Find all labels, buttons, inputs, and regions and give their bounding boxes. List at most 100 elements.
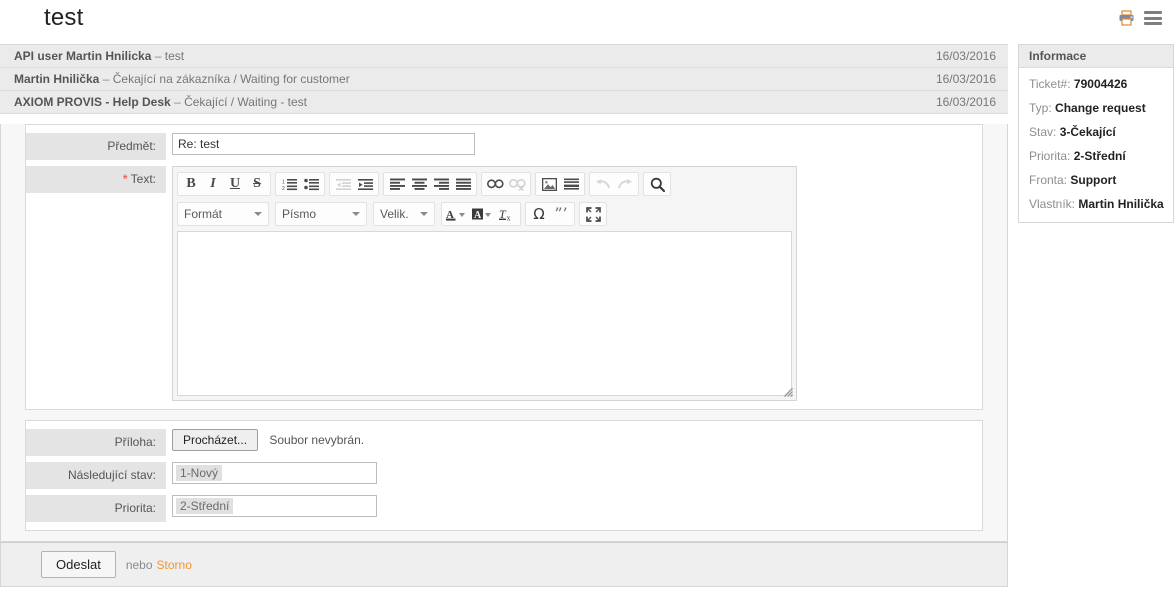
next-state-row: Následující stav: 1-Nový	[26, 462, 982, 489]
attachment-row: Příloha: Procházet... Soubor nevybrán.	[26, 429, 982, 456]
bulleted-list-icon[interactable]	[300, 174, 322, 194]
rich-text-editor: B I U S 1 2 Formát Písmo Velik. A A T x …	[172, 166, 797, 401]
image-icon[interactable]	[538, 174, 560, 194]
bold-icon[interactable]: B	[180, 174, 202, 194]
svg-text:A: A	[474, 210, 482, 221]
submit-button[interactable]: Odeslat	[41, 551, 116, 578]
subject-input[interactable]	[172, 133, 475, 155]
subject-row: Předmět:	[26, 133, 982, 160]
align-center-icon[interactable]	[408, 174, 430, 194]
history-date: 16/03/2016	[935, 49, 996, 63]
hamburger-menu-icon[interactable]	[1144, 11, 1162, 25]
text-color-icon[interactable]: A	[444, 204, 470, 224]
info-panel-title: Informace	[1019, 45, 1173, 68]
unlink-icon[interactable]	[506, 174, 528, 194]
redo-icon[interactable]	[614, 174, 636, 194]
numbered-list-icon[interactable]: 1 2	[278, 174, 300, 194]
history-author: API user Martin Hnilicka	[14, 49, 152, 63]
toolbar-group-basic-styles: B I U S	[177, 172, 271, 196]
cancel-link[interactable]: Storno	[157, 558, 192, 572]
blockquote-icon[interactable]: ”’	[550, 204, 572, 224]
history-row[interactable]: Martin Hnilička – Čekající na zákazníka …	[0, 68, 1008, 91]
info-panel: Informace Ticket#: 79004426 Typ: Change …	[1018, 44, 1174, 223]
find-icon[interactable]	[646, 174, 668, 194]
text-control: B I U S 1 2 Formát Písmo Velik. A A T x …	[166, 166, 982, 401]
remove-format-icon[interactable]: T x	[496, 204, 518, 224]
editor-content-area[interactable]	[177, 231, 792, 396]
maximize-icon[interactable]	[582, 204, 604, 224]
next-state-select[interactable]: 1-Nový	[172, 462, 377, 484]
or-text: nebo	[125, 557, 153, 572]
history-row[interactable]: AXIOM PROVIS - Help Desk – Čekající / Wa…	[0, 91, 1008, 114]
chevron-down-icon	[254, 212, 262, 216]
toolbar-group-history	[589, 172, 639, 196]
align-justify-icon[interactable]	[452, 174, 474, 194]
next-state-control: 1-Nový	[166, 462, 982, 484]
indent-icon[interactable]	[354, 174, 376, 194]
message-fields-block: Předmět: * Text:	[25, 124, 983, 410]
history-author: Martin Hnilička	[14, 72, 100, 86]
info-value: Martin Hnilička	[1078, 197, 1164, 211]
attachment-control: Procházet... Soubor nevybrán.	[166, 429, 982, 451]
menu-line	[1144, 16, 1162, 20]
toolbar-group-colors: A A T x	[441, 202, 521, 226]
outdent-icon[interactable]	[332, 174, 354, 194]
info-key: Ticket#:	[1029, 77, 1071, 91]
top-header-bar: test	[0, 0, 1174, 44]
browse-button[interactable]: Procházet...	[172, 429, 259, 451]
italic-icon[interactable]: I	[202, 174, 224, 194]
toolbar-group-maximize	[579, 202, 607, 226]
toolbar-group-special: Ω ”’	[525, 202, 575, 226]
editor-toolbar-row-2: Formát Písmo Velik...	[173, 199, 796, 229]
size-select[interactable]: Velik...	[373, 202, 435, 226]
strikethrough-icon[interactable]: S	[246, 174, 268, 194]
history-subject: test	[164, 49, 185, 63]
menu-line	[1144, 22, 1162, 25]
background-color-icon[interactable]: A	[470, 204, 496, 224]
toolbar-group-indent	[329, 172, 379, 196]
special-character-icon[interactable]: Ω	[528, 204, 550, 224]
history-row[interactable]: API user Martin Hnilicka – test 16/03/20…	[0, 45, 1008, 68]
history-separator: –	[154, 49, 162, 63]
link-icon[interactable]	[484, 174, 506, 194]
svg-text:x: x	[507, 213, 511, 222]
priority-select[interactable]: 2-Střední	[172, 495, 377, 517]
info-value: Support	[1070, 173, 1117, 187]
info-row-state: Stav: 3-Čekající	[1029, 124, 1163, 140]
format-select[interactable]: Formát	[177, 202, 269, 226]
history-subject: Čekající na zákazníka / Waiting for cust…	[112, 72, 350, 86]
text-label-caption: Text:	[130, 172, 156, 186]
text-label: * Text:	[26, 166, 166, 193]
toolbar-group-links	[481, 172, 531, 196]
history-author: AXIOM PROVIS - Help Desk	[14, 95, 171, 109]
form-footer: Odeslat nebo Storno	[0, 542, 1008, 587]
info-row-owner: Vlastník: Martin Hnilička	[1029, 196, 1164, 212]
priority-label: Priorita:	[26, 495, 166, 522]
info-row-type: Typ: Change request	[1029, 100, 1163, 116]
priority-value: 2-Střední	[176, 498, 234, 514]
size-select-value: Velik...	[380, 207, 408, 221]
info-key: Vlastník:	[1029, 197, 1076, 211]
history-subject: Čekající / Waiting - test	[184, 95, 308, 109]
font-select[interactable]: Písmo	[275, 202, 367, 226]
priority-control: 2-Střední	[166, 495, 982, 517]
printer-icon[interactable]	[1118, 10, 1136, 26]
toolbar-group-alignment	[383, 172, 477, 196]
align-right-icon[interactable]	[430, 174, 452, 194]
history-separator: –	[174, 95, 181, 109]
header-actions	[1118, 10, 1162, 26]
align-left-icon[interactable]	[386, 174, 408, 194]
horizontal-rule-icon[interactable]	[560, 174, 582, 194]
history-date: 16/03/2016	[935, 72, 996, 86]
ticket-history-list: API user Martin Hnilicka – test 16/03/20…	[0, 44, 1008, 114]
resize-grip-icon[interactable]	[783, 387, 793, 397]
font-select-value: Písmo	[282, 207, 317, 221]
info-value: 3-Čekající	[1059, 125, 1116, 139]
undo-icon[interactable]	[592, 174, 614, 194]
toolbar-group-lists: 1 2	[275, 172, 325, 196]
info-value: 79004426	[1073, 77, 1128, 91]
info-key: Fronta:	[1029, 173, 1068, 187]
svg-text:2: 2	[282, 186, 285, 191]
underline-icon[interactable]: U	[224, 174, 246, 194]
no-file-selected-text: Soubor nevybrán.	[269, 433, 365, 447]
